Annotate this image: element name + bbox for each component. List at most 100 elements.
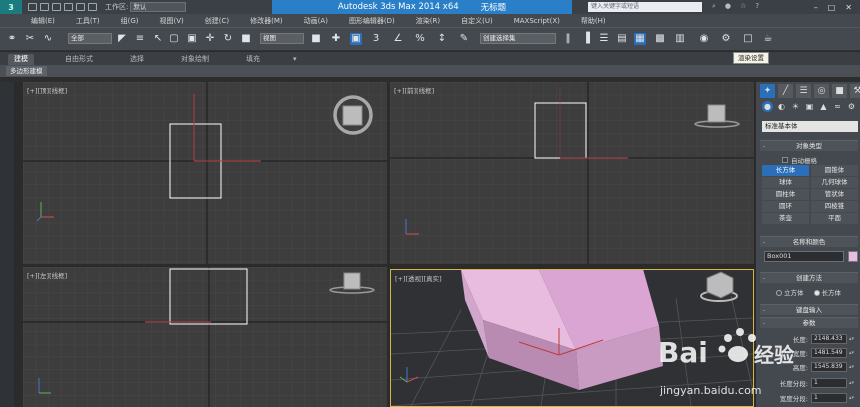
render-teapot-icon[interactable]: ☕ [762, 33, 774, 45]
close-icon[interactable]: ✕ [845, 3, 852, 12]
sphere-button[interactable]: 球体 [762, 177, 809, 188]
ribbon-tab-freeform[interactable]: 自由形式 [59, 54, 99, 65]
object-color-swatch[interactable] [848, 251, 858, 262]
motion-tab-icon[interactable]: ◎ [814, 84, 829, 98]
object-name-input[interactable]: Box001 [764, 251, 844, 262]
pyramid-button[interactable]: 四棱锥 [811, 201, 858, 212]
project-folder-icon[interactable] [88, 3, 97, 11]
rollout-name-color[interactable]: 名称和颜色 [760, 236, 858, 248]
box-button[interactable]: 长方体 [762, 165, 809, 176]
new-file-icon[interactable] [28, 3, 37, 11]
geosphere-button[interactable]: 几何球体 [811, 177, 858, 188]
menu-rendering[interactable]: 渲染(R) [416, 16, 440, 26]
cameras-icon[interactable]: ▣ [804, 101, 815, 112]
selection-filter-select[interactable]: 全部 [68, 33, 112, 44]
param-length-segs-input[interactable]: 1 [811, 377, 847, 388]
link-icon[interactable]: ⚭ [6, 33, 18, 45]
rollout-object-type[interactable]: 对象类型 [760, 140, 858, 152]
rollout-keyboard-entry[interactable]: 键盘输入 [760, 304, 858, 316]
primitive-category-select[interactable]: 标准基本体 [762, 121, 858, 132]
box-perspective-solid[interactable] [461, 270, 663, 390]
polygon-modeling-label[interactable]: 多边形建模 [6, 66, 47, 76]
viewport-left[interactable]: [+][左][线框] [23, 267, 387, 407]
menu-maxscript[interactable]: MAXScript(X) [514, 17, 560, 25]
star-icon[interactable]: ☆ [740, 2, 746, 11]
param-width-spinner[interactable]: ▴▾ [849, 350, 855, 356]
ribbon-tab-selection[interactable]: 选择 [124, 54, 150, 65]
keyboard-shortcut-icon[interactable]: ▣ [350, 33, 362, 45]
geometry-icon[interactable]: ● [762, 101, 773, 112]
ribbon-tab-modeling[interactable]: 建模 [8, 54, 34, 65]
graphite-toggle-icon[interactable]: ▤ [616, 33, 628, 45]
param-width-segs-spinner[interactable]: ▴▾ [849, 395, 855, 401]
named-selection-set-select[interactable]: 创建选择集 [480, 33, 556, 44]
menu-animation[interactable]: 动画(A) [304, 16, 328, 26]
redo-icon[interactable] [76, 3, 85, 11]
rect-selection-icon[interactable]: ▢ [168, 33, 180, 45]
undo-icon[interactable] [64, 3, 73, 11]
unlink-icon[interactable]: ✂ [24, 33, 36, 45]
cylinder-button[interactable]: 圆柱体 [762, 189, 809, 200]
viewport-front-label[interactable]: [+][前][线框] [394, 85, 434, 95]
plane-button[interactable]: 平面 [811, 213, 858, 224]
schematic-view-icon[interactable]: ▩ [654, 33, 666, 45]
param-width-segs-input[interactable]: 1 [811, 392, 847, 403]
pivot-center-icon[interactable]: ■ [310, 33, 322, 45]
search-input[interactable]: 键入关键字或短语 [588, 2, 702, 12]
layer-manager-icon[interactable]: ☰ [598, 33, 610, 45]
param-length-segs-spinner[interactable]: ▴▾ [849, 380, 855, 386]
menu-create[interactable]: 创建(C) [205, 16, 229, 26]
modify-tab-icon[interactable]: ╱ [778, 84, 793, 98]
rendered-frame-icon[interactable]: □ [742, 33, 754, 45]
bind-space-warp-icon[interactable]: ∿ [42, 33, 54, 45]
edit-named-sets-icon[interactable]: ✎ [458, 33, 470, 45]
hierarchy-tab-icon[interactable]: ☰ [796, 84, 811, 98]
create-tab-icon[interactable]: ✦ [760, 84, 775, 98]
rotate-icon[interactable]: ↻ [222, 33, 234, 45]
autogrid-checkbox-box[interactable] [782, 157, 788, 163]
menu-graph-editors[interactable]: 图形编辑器(D) [349, 16, 395, 26]
window-crossing-icon[interactable]: ▣ [186, 33, 198, 45]
app-logo-icon[interactable]: 3 [0, 0, 22, 14]
param-height-spinner[interactable]: ▴▾ [849, 364, 855, 370]
maximize-icon[interactable]: □ [828, 3, 836, 12]
shapes-icon[interactable]: ◐ [776, 101, 787, 112]
param-width-input[interactable]: 1481.549 [811, 347, 847, 358]
account-icon[interactable]: ● [725, 2, 731, 11]
viewport-perspective-label[interactable]: [+][透视][真实] [395, 273, 442, 283]
mirror-icon[interactable]: ‖ [562, 33, 574, 45]
ribbon-tab-populate[interactable]: 填充 [240, 54, 266, 65]
menu-modifiers[interactable]: 修改器(M) [250, 16, 283, 26]
menu-tools[interactable]: 工具(T) [76, 16, 100, 26]
tube-button[interactable]: 管状体 [811, 189, 858, 200]
snap-toggle-icon[interactable]: 3 [370, 33, 382, 45]
material-editor-icon[interactable]: ▥ [674, 33, 686, 45]
percent-snap-icon[interactable]: % [414, 33, 426, 45]
ribbon-options-icon[interactable]: ▾ [291, 54, 299, 65]
move-icon[interactable]: ✛ [204, 33, 216, 45]
workspace-select[interactable]: 默认 [130, 2, 187, 12]
cone-button[interactable]: 圆锥体 [811, 165, 858, 176]
render-setup-icon[interactable]: ⚙ [720, 33, 732, 45]
viewport-top-label[interactable]: [+][顶][线框] [27, 85, 67, 95]
viewport-front[interactable]: [+][前][线框] [390, 82, 754, 264]
menu-customize[interactable]: 自定义(U) [461, 16, 493, 26]
utilities-tab-icon[interactable]: ⚒ [850, 84, 860, 98]
menu-views[interactable]: 视图(V) [160, 16, 184, 26]
space-warps-icon[interactable]: ≈ [832, 101, 843, 112]
systems-icon[interactable]: ⚙ [846, 101, 857, 112]
autogrid-checkbox[interactable]: 自动栅格 [782, 155, 817, 165]
select-arrow-icon[interactable]: ↖ [152, 33, 164, 45]
viewcube-icon[interactable] [700, 271, 738, 302]
box-radio[interactable]: 长方体 [813, 287, 841, 297]
save-file-icon[interactable] [52, 3, 61, 11]
viewport-top[interactable]: [+][顶][线框] [23, 82, 387, 264]
align-icon[interactable]: ▐ [580, 33, 592, 45]
select-by-name-icon[interactable]: ≡ [134, 33, 146, 45]
menu-edit[interactable]: 编辑(E) [31, 16, 55, 26]
spinner-snap-icon[interactable]: ↕ [436, 33, 448, 45]
param-length-spinner[interactable]: ▴▾ [849, 336, 855, 342]
search-icon[interactable]: ⌕ [712, 2, 716, 11]
menu-help[interactable]: 帮助(H) [581, 16, 606, 26]
curve-editor-icon[interactable]: ▦ [634, 33, 646, 45]
